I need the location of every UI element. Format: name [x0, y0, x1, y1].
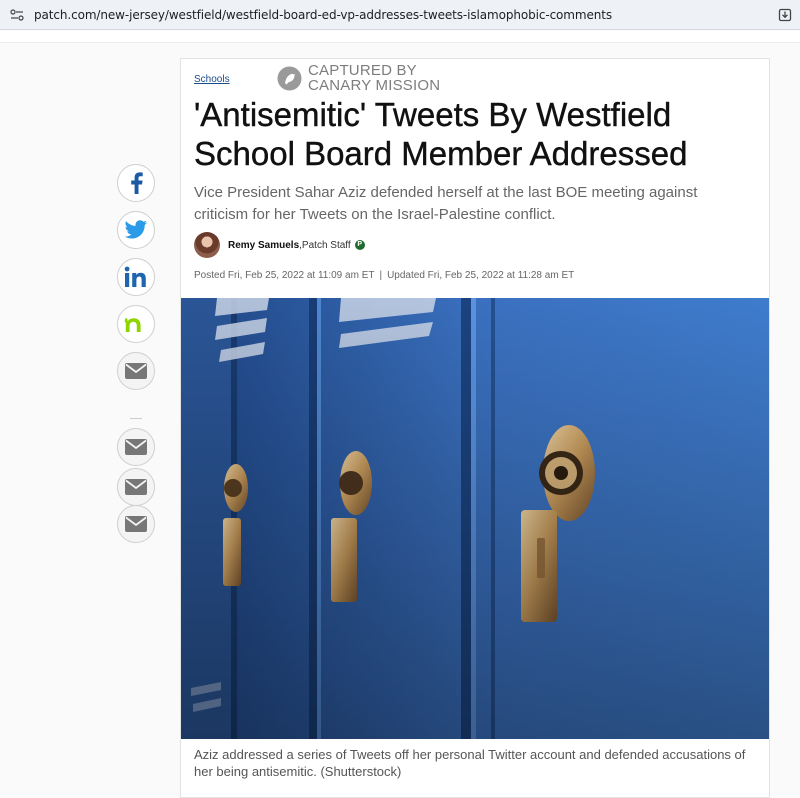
lockers-illustration — [181, 298, 769, 739]
download-icon[interactable] — [778, 8, 792, 22]
nextdoor-share-button[interactable] — [117, 305, 155, 343]
email-icon — [125, 479, 147, 495]
facebook-share-button[interactable] — [117, 164, 155, 202]
linkedin-share-button[interactable] — [117, 258, 155, 296]
posted-date: Posted Fri, Feb 25, 2022 at 11:09 am ET — [194, 270, 375, 281]
byline: Remy Samuels ,Patch Staff P — [194, 232, 365, 258]
author-role: ,Patch Staff — [299, 239, 351, 251]
email-share-button[interactable] — [117, 352, 155, 390]
article-dek: Vice President Sahar Aziz defended herse… — [194, 184, 698, 223]
author-name[interactable]: Remy Samuels — [228, 240, 299, 251]
canary-mission-watermark: CAPTURED BY CANARY MISSION — [277, 63, 440, 93]
linkedin-icon — [124, 266, 146, 287]
article-dates: Posted Fri, Feb 25, 2022 at 11:09 am ET |… — [194, 270, 574, 281]
updated-date: Updated Fri, Feb 25, 2022 at 11:28 am ET — [387, 270, 575, 281]
url-text[interactable]: patch.com/new-jersey/westfield/westfield… — [34, 8, 612, 22]
facebook-icon — [131, 172, 143, 194]
email-icon — [125, 363, 147, 379]
nextdoor-icon — [124, 318, 141, 332]
section-link[interactable]: Schools — [194, 74, 230, 85]
page-top-strip — [0, 31, 800, 43]
twitter-share-button[interactable] — [117, 211, 155, 249]
date-separator: | — [379, 270, 383, 281]
article-headline: 'Antisemitic' Tweets By Westfield School… — [194, 96, 688, 172]
patch-badge-icon: P — [354, 240, 365, 250]
email-share-button[interactable] — [117, 468, 155, 506]
image-caption: Aziz addressed a series of Tweets off he… — [194, 747, 746, 779]
hero-image[interactable] — [181, 298, 769, 739]
watermark-line-2: CANARY MISSION — [308, 77, 441, 94]
email-share-button[interactable] — [117, 505, 155, 543]
email-icon — [125, 439, 147, 455]
address-bar[interactable]: patch.com/new-jersey/westfield/westfield… — [0, 0, 800, 30]
twitter-icon — [124, 220, 147, 239]
author-avatar[interactable] — [194, 232, 220, 258]
email-icon — [125, 516, 147, 532]
article-card: Schools CAPTURED BY CANARY MISSION 'Anti… — [180, 58, 770, 798]
watermark-line-1: CAPTURED BY — [308, 62, 417, 79]
canary-mission-logo — [277, 66, 302, 90]
email-share-button[interactable] — [117, 428, 155, 466]
site-settings-icon[interactable] — [10, 8, 24, 21]
share-divider — [130, 418, 142, 419]
